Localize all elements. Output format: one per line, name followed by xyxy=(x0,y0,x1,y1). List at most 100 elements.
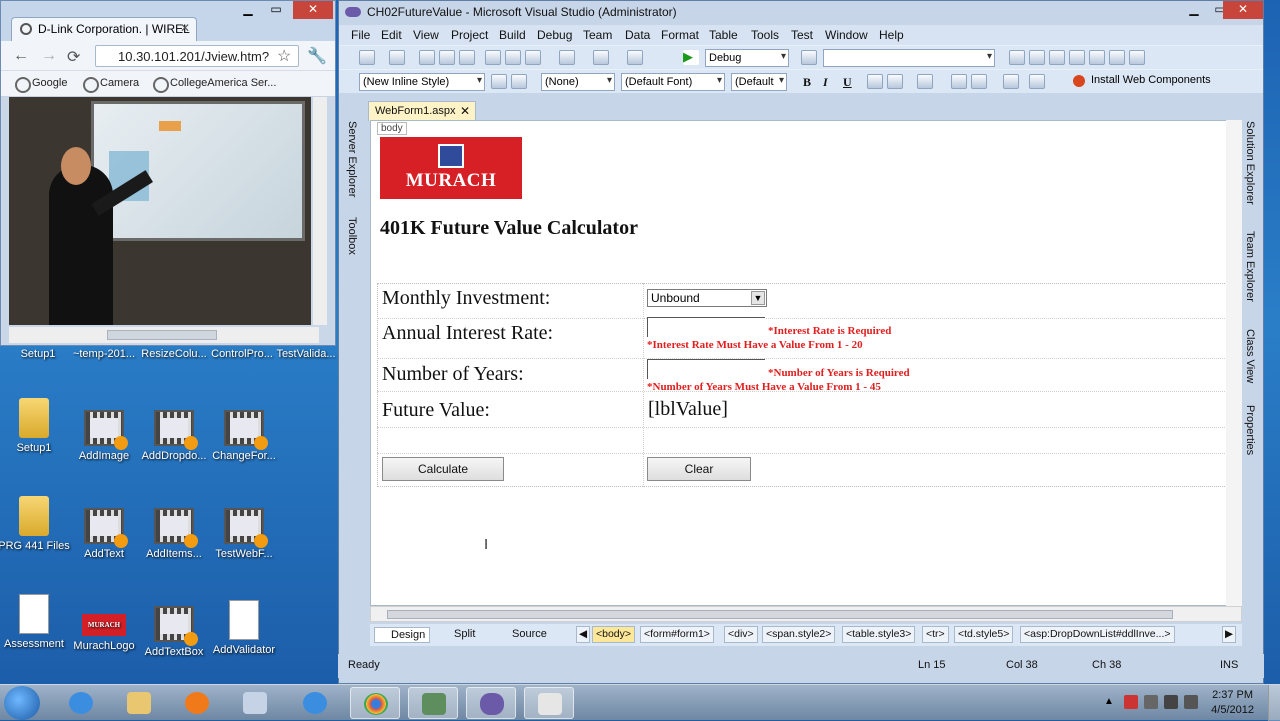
vertical-scrollbar[interactable] xyxy=(313,97,327,325)
start-button-icon[interactable] xyxy=(4,686,40,720)
breadcrumb-item[interactable]: <td.style5> xyxy=(954,626,1014,643)
desktop-label[interactable]: Setup1 xyxy=(0,348,76,360)
desktop-label[interactable]: ~temp-201... xyxy=(66,348,142,360)
menu-data[interactable]: Data xyxy=(625,28,650,42)
install-web-components-button[interactable]: Install Web Components xyxy=(1091,74,1211,86)
menu-test[interactable]: Test xyxy=(791,28,813,42)
breadcrumb-item[interactable]: <body> xyxy=(592,626,636,643)
style-manage-icon[interactable] xyxy=(511,74,527,89)
save-icon[interactable] xyxy=(439,50,455,65)
star-icon[interactable]: ☆ xyxy=(277,46,291,66)
back-icon[interactable]: ← xyxy=(13,47,29,65)
address-bar[interactable]: 10.30.101.201/Jview.htm? xyxy=(95,45,299,67)
wrench-icon[interactable]: 🔧 xyxy=(307,46,327,66)
undo-icon[interactable] xyxy=(559,50,575,65)
years-textbox[interactable] xyxy=(647,359,765,379)
desktop-icon-addtext[interactable]: AddText xyxy=(66,508,142,560)
media-player-taskbar-icon[interactable] xyxy=(172,687,222,719)
find-icon[interactable] xyxy=(801,50,817,65)
designer-vertical-scrollbar[interactable] xyxy=(1226,120,1242,606)
file-explorer-taskbar-icon[interactable] xyxy=(114,687,164,719)
solution-config-combo[interactable]: Debug xyxy=(705,49,789,67)
breadcrumb-back-icon[interactable]: ◀ xyxy=(576,626,591,643)
start-page-icon[interactable] xyxy=(1089,50,1105,65)
chrome-taskbar-icon[interactable] xyxy=(350,687,400,719)
navigate-icon[interactable] xyxy=(627,50,643,65)
new-project-icon[interactable] xyxy=(359,50,375,65)
designer-horizontal-scrollbar[interactable] xyxy=(370,606,1242,622)
tray-expand-icon[interactable]: ▲ xyxy=(1104,696,1114,707)
minimize-button[interactable]: ▁ xyxy=(235,1,261,19)
breadcrumb-item[interactable]: <tr> xyxy=(922,626,949,643)
breadcrumb-item[interactable]: <span.style2> xyxy=(762,626,836,643)
show-desktop-button[interactable] xyxy=(1268,685,1280,721)
style-apply-icon[interactable] xyxy=(491,74,507,89)
desktop-icon-adddropdown[interactable]: AddDropdo... xyxy=(136,410,212,462)
minimize-button[interactable]: ▁ xyxy=(1181,1,1207,19)
desktop-icon-prg441[interactable]: PRG 441 Files xyxy=(0,496,72,552)
underline-button[interactable]: U xyxy=(843,75,852,90)
monthly-investment-dropdown[interactable]: Unbound ▼ xyxy=(647,289,767,307)
desktop-icon-changeformat[interactable]: ChangeFor... xyxy=(206,410,282,462)
italic-button[interactable]: I xyxy=(823,75,828,90)
breadcrumb-item[interactable]: <form#form1> xyxy=(640,626,714,643)
menu-debug[interactable]: Debug xyxy=(537,28,572,42)
menu-table[interactable]: Table xyxy=(709,28,738,42)
menu-file[interactable]: File xyxy=(351,28,370,42)
bookmark-camera[interactable]: Camera xyxy=(83,77,139,93)
toolbox-icon[interactable] xyxy=(1069,50,1085,65)
volume-icon[interactable] xyxy=(1184,695,1198,709)
desktop-icon-testwebform[interactable]: TestWebF... xyxy=(206,508,282,560)
properties-tab[interactable]: Properties xyxy=(1244,405,1256,455)
bookmark-collegeamerica[interactable]: CollegeAmerica Ser... xyxy=(153,77,276,93)
bookmark-google[interactable]: Google xyxy=(15,77,67,93)
menu-edit[interactable]: Edit xyxy=(381,28,402,42)
cut-icon[interactable] xyxy=(485,50,501,65)
hyperlink-icon[interactable] xyxy=(1003,74,1019,89)
desktop-label[interactable]: TestValida... xyxy=(268,348,344,360)
paste-icon[interactable] xyxy=(525,50,541,65)
menu-build[interactable]: Build xyxy=(499,28,526,42)
close-button[interactable]: ✕ xyxy=(293,1,333,19)
visual-studio-taskbar-icon[interactable] xyxy=(466,687,516,719)
murach-logo[interactable]: MURACH xyxy=(380,137,522,199)
document-tab[interactable]: WebForm1.aspx ✕ xyxy=(368,101,476,121)
desktop-icon-murachlogo[interactable]: MURACH MurachLogo xyxy=(66,604,142,652)
breadcrumb-item[interactable]: <table.style3> xyxy=(842,626,916,643)
class-view-tab[interactable]: Class View xyxy=(1244,329,1256,383)
extension-icon[interactable] xyxy=(1109,50,1125,65)
menu-view[interactable]: View xyxy=(413,28,439,42)
desktop-icon-additems[interactable]: AddItems... xyxy=(136,508,212,560)
internet-explorer-taskbar-icon-2[interactable] xyxy=(290,687,340,719)
design-surface[interactable]: body MURACH 401K Future Value Calculator… xyxy=(370,120,1242,606)
copy-icon[interactable] xyxy=(505,50,521,65)
redo-icon[interactable] xyxy=(593,50,609,65)
window-taskbar-icon[interactable] xyxy=(524,687,574,719)
font-size-combo[interactable]: (Default xyxy=(731,73,787,91)
close-tab-icon[interactable]: ✕ xyxy=(180,21,190,35)
source-view-button[interactable]: Source xyxy=(496,627,551,643)
action-center-icon[interactable] xyxy=(1124,695,1138,709)
horizontal-scrollbar[interactable] xyxy=(9,327,319,343)
properties-icon[interactable] xyxy=(1029,50,1045,65)
desktop-icon-assessment[interactable]: Assessment xyxy=(0,594,72,650)
breadcrumb-item[interactable]: <asp:DropDownList#ddlInve...> xyxy=(1020,626,1175,643)
virtualbox-taskbar-icon[interactable] xyxy=(230,687,280,719)
server-explorer-tab[interactable]: Server Explorer xyxy=(346,121,358,197)
align-icon[interactable] xyxy=(917,74,933,89)
breadcrumb-forward-icon[interactable]: ▶ xyxy=(1222,626,1237,643)
menu-project[interactable]: Project xyxy=(451,28,488,42)
clear-button[interactable]: Clear xyxy=(647,457,751,481)
save-all-icon[interactable] xyxy=(459,50,475,65)
internet-explorer-taskbar-icon[interactable] xyxy=(56,687,106,719)
font-combo[interactable]: (Default Font) xyxy=(621,73,725,91)
bullet-list-icon[interactable] xyxy=(971,74,987,89)
maximize-button[interactable]: ▭ xyxy=(263,1,289,19)
team-explorer-tab[interactable]: Team Explorer xyxy=(1244,231,1256,302)
menu-team[interactable]: Team xyxy=(583,28,612,42)
desktop-icon-setup1[interactable]: Setup1 xyxy=(0,398,72,454)
forward-icon[interactable]: → xyxy=(41,47,57,65)
open-icon[interactable] xyxy=(419,50,435,65)
calculate-button[interactable]: Calculate xyxy=(382,457,504,481)
object-browser-icon[interactable] xyxy=(1049,50,1065,65)
